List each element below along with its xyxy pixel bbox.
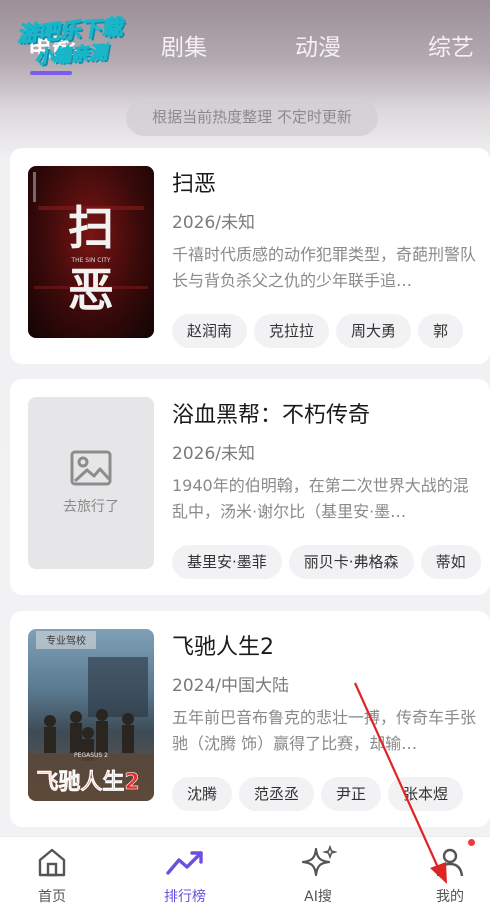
poster-image: 扫 恶 THE SIN CITY bbox=[28, 166, 154, 338]
notification-badge bbox=[468, 839, 475, 846]
movie-meta: 2026/未知 bbox=[172, 444, 255, 464]
list-item[interactable]: 扫 恶 THE SIN CITY 扫恶 2026/未知 千禧时代质感的动作犯罪类… bbox=[10, 148, 490, 364]
nav-profile-label: 我的 bbox=[436, 889, 464, 905]
movie-title[interactable]: 扫恶 bbox=[172, 166, 216, 198]
cast-tags: 基里安·墨菲 丽贝卡·弗格森 蒂如 bbox=[172, 545, 490, 581]
placeholder-text: 去旅行了 bbox=[63, 499, 119, 515]
nav-profile[interactable]: 我的 bbox=[410, 845, 490, 906]
watermark-line-2: 小编亲测 bbox=[34, 42, 108, 69]
nav-ai-search-label: AI搜 bbox=[304, 889, 332, 905]
movie-meta: 2024/中国大陆 bbox=[172, 676, 289, 696]
category-tabs: 电影 剧集 动漫 综艺 游吧乐下载 小编亲测 bbox=[0, 0, 490, 90]
cast-tag[interactable]: 赵润南 bbox=[172, 314, 248, 348]
person-icon bbox=[436, 848, 464, 877]
list-item[interactable]: 专业驾校 PEGASUS 2 飞驰人生2 飞驰人生2 2024/中国大陆 五年前… bbox=[10, 611, 490, 827]
nav-ranking[interactable]: 排行榜 bbox=[145, 845, 225, 906]
cast-tag[interactable]: 蒂如 bbox=[420, 545, 481, 579]
poster-placeholder: 去旅行了 bbox=[28, 397, 154, 569]
cast-tag[interactable]: 基里安·墨菲 bbox=[172, 545, 282, 579]
movie-description: 千禧时代质感的动作犯罪类型，奇葩刑警队长与背负杀父之仇的少年联手追… bbox=[172, 245, 477, 290]
nav-ranking-label: 排行榜 bbox=[164, 889, 206, 905]
list-item[interactable]: 去旅行了 浴血黑帮：不朽传奇 2026/未知 1940年的伯明翰，在第二次世界大… bbox=[10, 379, 490, 595]
cast-tag[interactable]: 丽贝卡·弗格森 bbox=[288, 545, 414, 579]
image-placeholder-icon bbox=[70, 450, 112, 486]
nav-ai-search[interactable]: AI搜 bbox=[278, 844, 358, 906]
home-icon bbox=[38, 848, 66, 877]
cast-tag[interactable]: 尹正 bbox=[321, 777, 382, 811]
tab-anime[interactable]: 动漫 bbox=[295, 28, 341, 62]
cast-tag[interactable]: 郭 bbox=[418, 314, 464, 348]
cast-tags: 沈腾 范丞丞 尹正 张本煜 bbox=[172, 777, 490, 813]
bottom-navigation: 首页 排行榜 AI搜 我的 bbox=[0, 836, 490, 906]
poster-image: 专业驾校 PEGASUS 2 飞驰人生2 bbox=[28, 629, 154, 801]
poster-title-bottom: 恶 bbox=[68, 263, 114, 317]
movie-description: 五年前巴音布鲁克的悲壮一搏，传奇车手张驰（沈腾 饰）赢得了比赛，却输… bbox=[172, 708, 477, 753]
cast-tag[interactable]: 张本煜 bbox=[388, 777, 464, 811]
sparkle-icon bbox=[301, 844, 338, 877]
cast-tag[interactable]: 周大勇 bbox=[336, 314, 412, 348]
cast-tag[interactable]: 克拉拉 bbox=[254, 314, 330, 348]
cast-tag[interactable]: 沈腾 bbox=[172, 777, 233, 811]
poster-sign: 专业驾校 bbox=[46, 634, 86, 647]
cast-tags: 赵润南 克拉拉 周大勇郭 bbox=[172, 314, 490, 350]
trending-icon bbox=[166, 851, 203, 875]
ranking-notice: 根据当前热度整理 不定时更新 bbox=[126, 99, 378, 136]
nav-home-label: 首页 bbox=[38, 889, 66, 905]
movie-title[interactable]: 飞驰人生2 bbox=[172, 629, 274, 661]
movie-meta: 2026/未知 bbox=[172, 213, 255, 233]
cast-tag[interactable]: 范丞丞 bbox=[239, 777, 315, 811]
poster-subtitle: THE SIN CITY bbox=[70, 257, 110, 264]
poster-top-text: PEGASUS 2 bbox=[74, 752, 108, 759]
watermark: 游吧乐下载 小编亲测 bbox=[10, 7, 154, 77]
tab-variety[interactable]: 综艺 bbox=[428, 28, 474, 62]
movie-description: 1940年的伯明翰，在第二次世界大战的混乱中，汤米·谢尔比（基里安·墨… bbox=[172, 476, 469, 521]
poster-title-top: 扫 bbox=[68, 201, 114, 255]
poster-title: 飞驰人生2 bbox=[36, 770, 139, 795]
nav-home[interactable]: 首页 bbox=[12, 845, 92, 906]
movie-title[interactable]: 浴血黑帮：不朽传奇 bbox=[172, 397, 370, 429]
tab-series[interactable]: 剧集 bbox=[161, 28, 207, 62]
